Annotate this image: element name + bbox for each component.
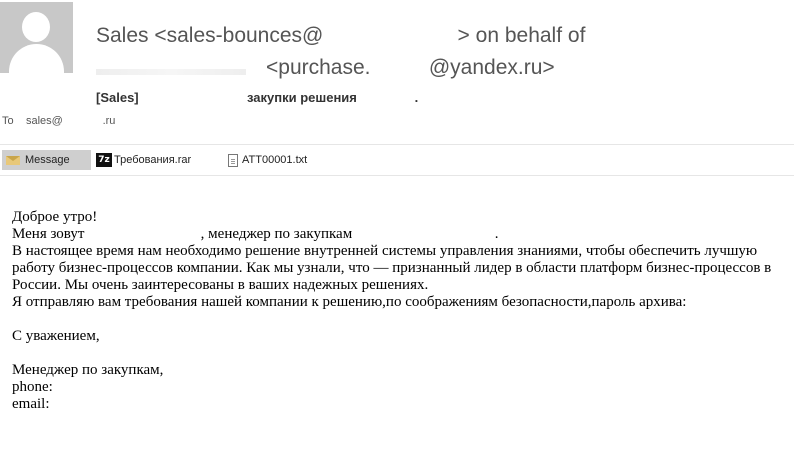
email-body: Доброе утро! Меня зовут , менеджер по за… [12, 209, 787, 413]
signature-email: email: [12, 396, 50, 412]
attachment-rar-name: Требования.rar [114, 154, 192, 166]
signature-phone: phone: [12, 379, 53, 395]
intro-line: Меня зовут , менеджер по закупкам . [12, 226, 499, 242]
avatar-body-silhouette [9, 44, 64, 73]
sender-line-1: Sales <sales-bounces@ > on behalf of [96, 24, 586, 47]
body-paragraph-2: Я отправляю вам требования нашей компани… [12, 294, 687, 310]
avatar-head-silhouette [22, 12, 50, 42]
to-label: To [2, 115, 14, 127]
body-paragraph-1: В настоящее время нам необходимо решение… [12, 243, 772, 293]
attachment-rar[interactable]: 7z Требования.rar [96, 150, 191, 170]
sender-avatar [0, 2, 73, 73]
closing-line: С уважением, [12, 328, 100, 344]
attachment-txt-name: ATT00001.txt [242, 154, 308, 166]
email-subject: [Sales] закупки решения . [96, 90, 419, 105]
message-tab-label: Message [25, 154, 70, 166]
envelope-icon [6, 155, 20, 165]
message-tab[interactable]: Message [2, 150, 91, 170]
attachments-bar: Message 7z Требования.rar ATT00001.txt [0, 144, 794, 176]
sender-line-2: <purchase. @yandex.ru> [266, 56, 555, 79]
7zip-archive-icon: 7z [96, 153, 112, 167]
greeting-line: Доброе утро! [12, 209, 98, 225]
text-file-icon [228, 153, 238, 167]
redacted-faint-text [96, 69, 246, 75]
to-recipient[interactable]: sales@ .ru [26, 115, 115, 127]
signature-title: Менеджер по закупкам, [12, 362, 164, 378]
attachment-txt[interactable]: ATT00001.txt [228, 150, 307, 170]
